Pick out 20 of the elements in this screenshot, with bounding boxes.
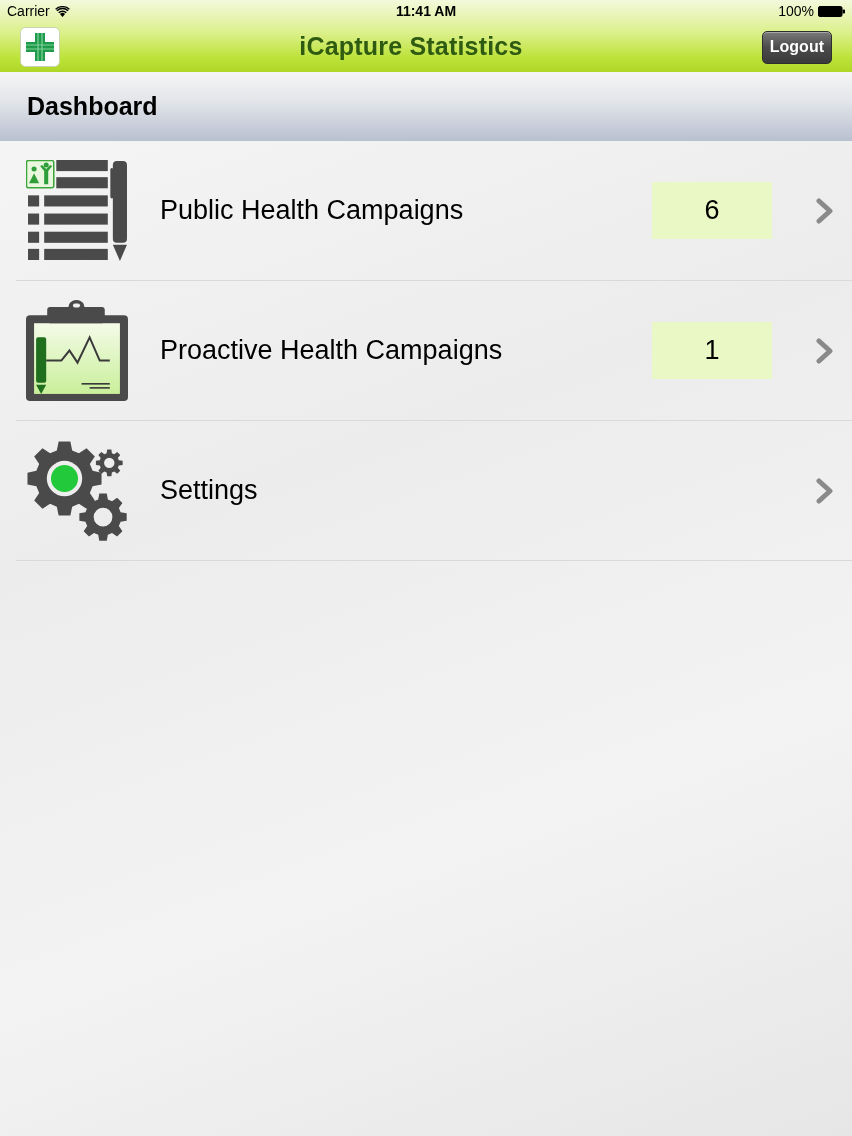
menu-row[interactable]: Public Health Campaigns 6 [16, 141, 852, 281]
clipboard-icon [26, 300, 128, 401]
checklist-icon [26, 160, 128, 261]
chevron-right-icon [815, 477, 835, 504]
section-title: Dashboard [27, 90, 158, 122]
battery-percentage: 100% [778, 1, 814, 21]
app-title: iCapture Statistics [299, 31, 523, 63]
campaign-count: 1 [652, 322, 772, 379]
campaign-count: 6 [652, 182, 772, 239]
menu-row[interactable]: Proactive Health Campaigns 1 [16, 281, 852, 421]
carrier-name: Carrier [7, 1, 50, 21]
menu-row[interactable]: Settings [16, 421, 852, 561]
cross-logo-icon[interactable] [20, 27, 60, 67]
status-time: 11:41 AM [395, 1, 457, 21]
battery-icon [818, 5, 845, 17]
logout-button[interactable]: Logout [761, 30, 832, 64]
gears-icon [26, 440, 128, 541]
chevron-right-icon [815, 337, 835, 364]
wifi-icon [54, 5, 70, 17]
chevron-right-icon [815, 197, 835, 224]
